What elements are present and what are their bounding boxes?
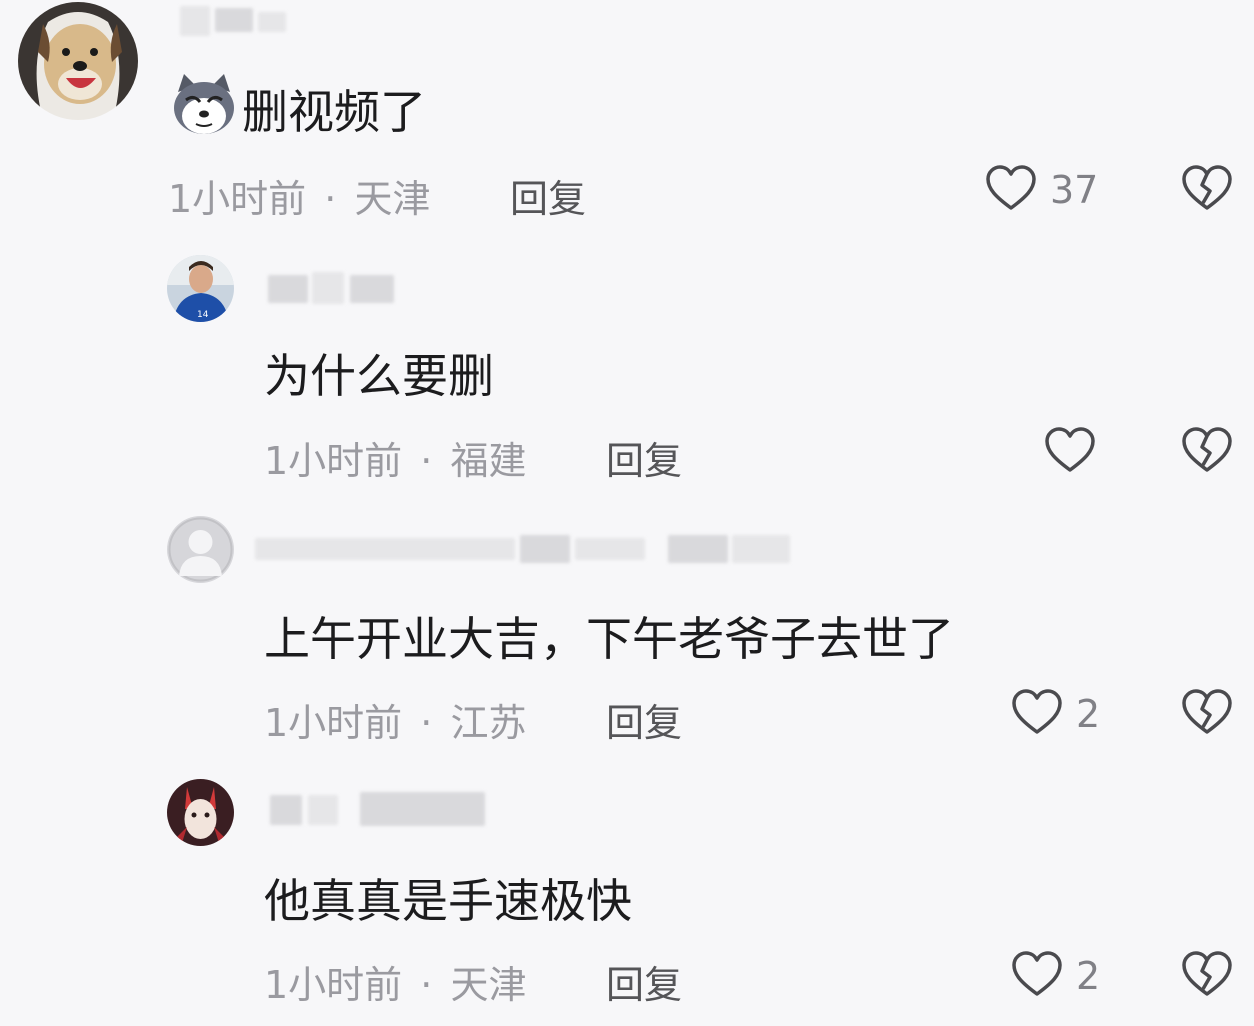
reply-button[interactable]: 回复 <box>606 692 682 747</box>
comment-time: 1小时前 <box>168 177 307 221</box>
comment-meta: 1小时前 · 天津 <box>264 954 526 1009</box>
comment-meta: 1小时前 · 江苏 <box>264 692 526 747</box>
reply-button[interactable]: 回复 <box>606 430 682 485</box>
comment-location: 天津 <box>450 963 527 1007</box>
comment-time: 1小时前 <box>264 701 403 745</box>
like-count: 37 <box>1050 168 1099 212</box>
avatar[interactable] <box>167 516 234 583</box>
svg-text:14: 14 <box>197 310 209 320</box>
comment-meta: 1小时前 · 天津 <box>168 168 430 223</box>
comment-text: 为什么要删 <box>264 349 494 403</box>
avatar[interactable] <box>18 2 138 120</box>
comment-text: 删视频了 <box>242 85 426 139</box>
separator: · <box>324 177 337 221</box>
broken-heart-icon[interactable] <box>1181 425 1233 475</box>
reply-button[interactable]: 回复 <box>510 168 586 223</box>
heart-outline-icon[interactable] <box>984 163 1038 213</box>
avatar[interactable] <box>167 779 234 846</box>
separator: · <box>420 701 433 745</box>
comment-location: 福建 <box>450 439 527 483</box>
comment-time: 1小时前 <box>264 439 403 483</box>
like-count: 2 <box>1076 692 1101 736</box>
avatar[interactable]: 14 <box>167 255 234 322</box>
broken-heart-icon[interactable] <box>1181 163 1233 213</box>
heart-outline-icon[interactable] <box>1043 425 1097 475</box>
separator: · <box>420 439 433 483</box>
comment-meta: 1小时前 · 福建 <box>264 430 526 485</box>
comment-time: 1小时前 <box>264 963 403 1007</box>
separator: · <box>420 963 433 1007</box>
heart-outline-icon[interactable] <box>1010 949 1064 999</box>
comment-location: 天津 <box>354 177 431 221</box>
like-count: 2 <box>1076 954 1101 998</box>
broken-heart-icon[interactable] <box>1181 949 1233 999</box>
husky-face-icon <box>174 74 234 134</box>
heart-outline-icon[interactable] <box>1010 687 1064 737</box>
comment-location: 江苏 <box>450 701 527 745</box>
reply-button[interactable]: 回复 <box>606 954 682 1009</box>
comment-text: 他真真是手速极快 <box>264 874 632 928</box>
broken-heart-icon[interactable] <box>1181 687 1233 737</box>
comment-text: 上午开业大吉，下午老爷子去世了 <box>264 612 954 666</box>
